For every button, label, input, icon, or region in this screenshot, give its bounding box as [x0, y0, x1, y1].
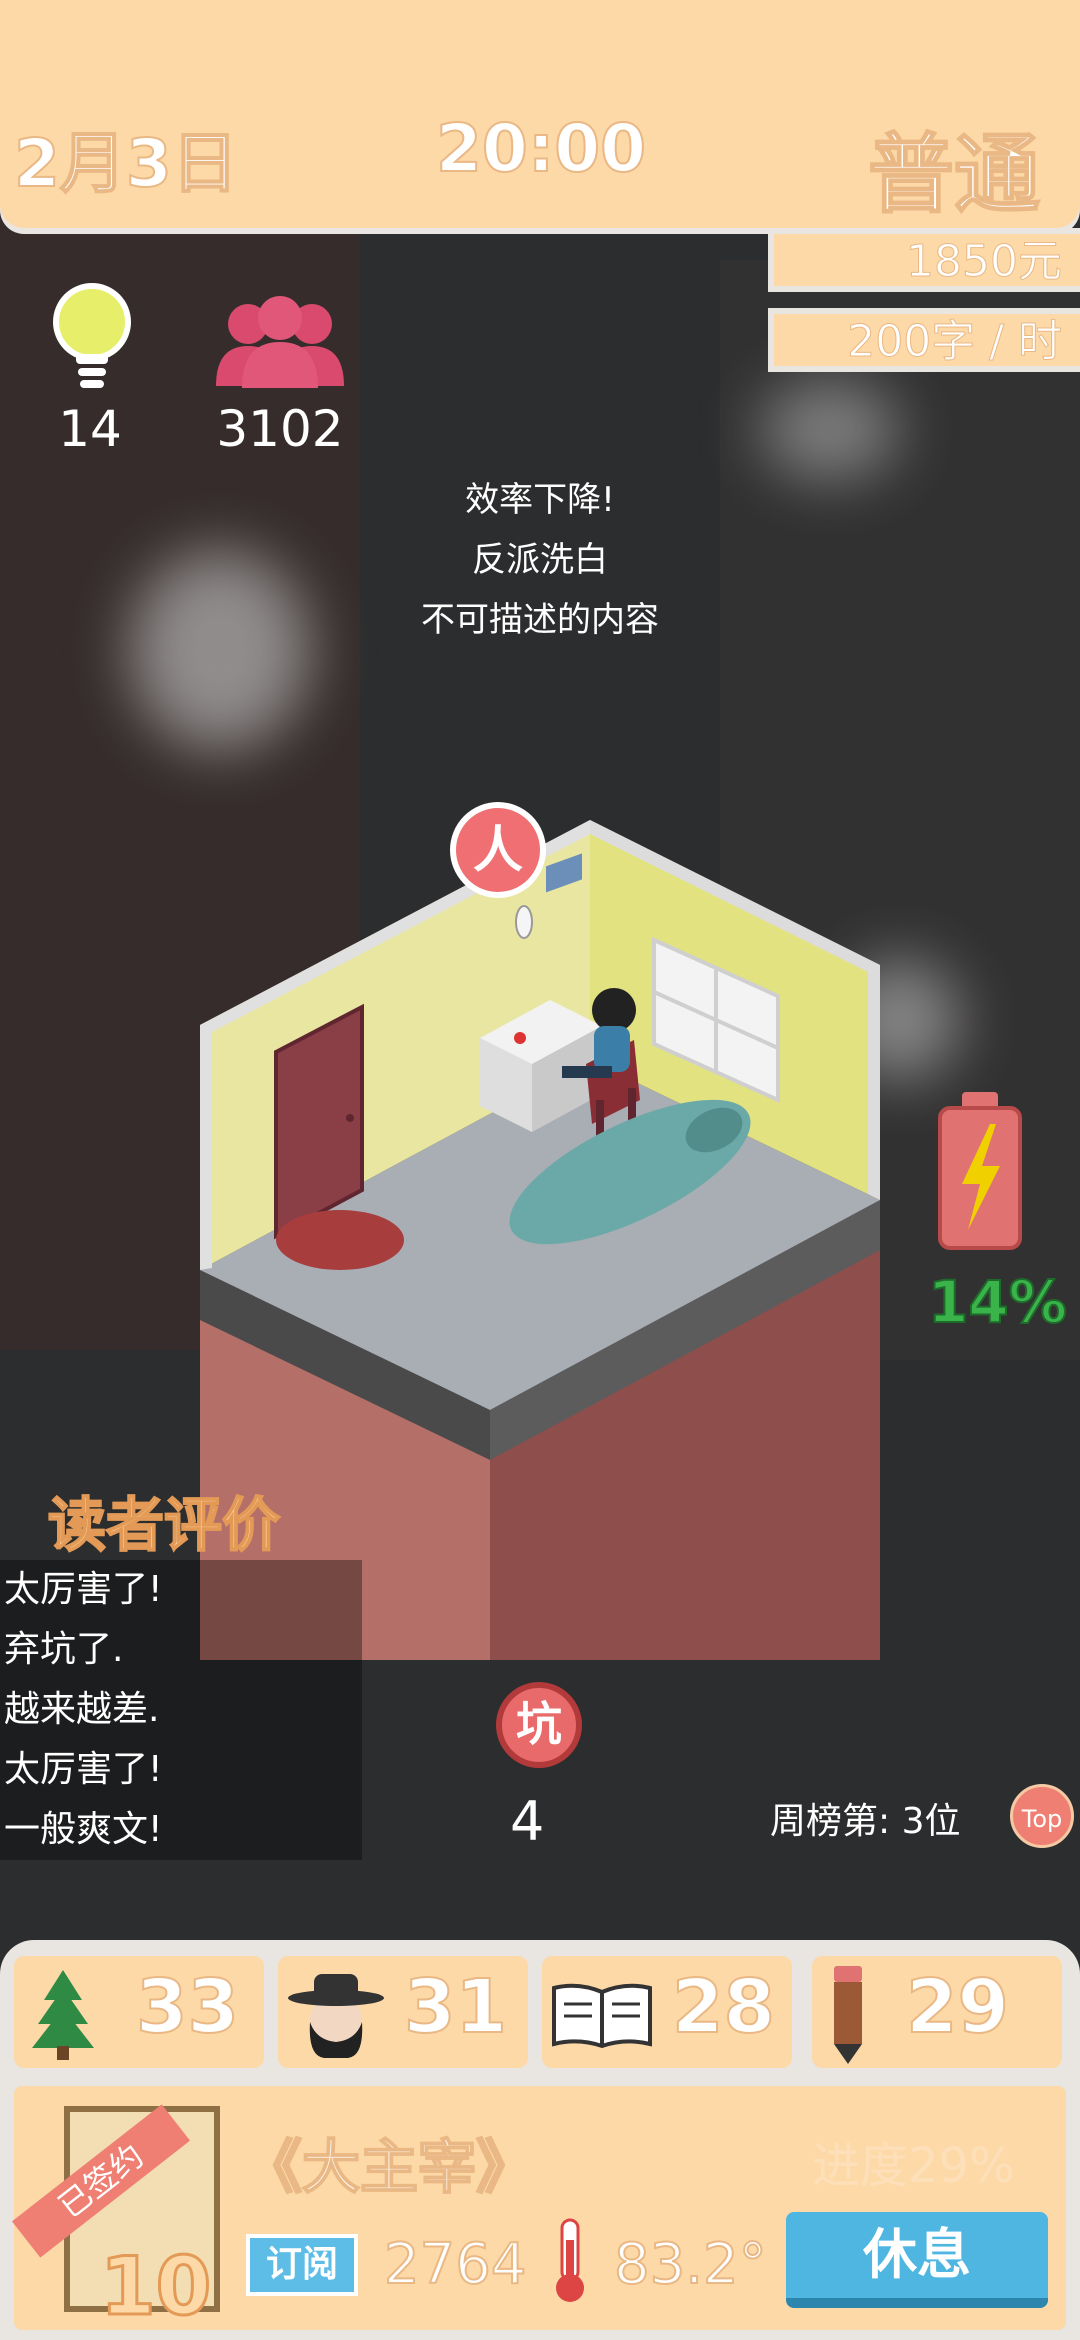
tree-icon	[32, 1970, 94, 2060]
background-light	[760, 380, 900, 480]
book-title: 《大主宰》	[243, 2132, 535, 2202]
battery-percent: 14%	[927, 1267, 1068, 1337]
game-time: 20:00	[435, 109, 647, 188]
book-level: 10	[98, 2239, 212, 2335]
review-item: 太厉害了!	[4, 1569, 163, 1610]
weekly-rank: 周榜第: 3位	[770, 1801, 961, 1842]
game-date: 2月3日	[13, 124, 239, 203]
notice-line: 不可描述的内容	[421, 600, 659, 640]
attribute-value: 28	[671, 1963, 776, 2051]
pit-count: 4	[510, 1790, 545, 1853]
character-head	[592, 988, 636, 1032]
battery-icon[interactable]	[938, 1090, 1022, 1250]
pit-badge[interactable]: 坑	[496, 1682, 582, 1768]
fans-icon[interactable]	[212, 296, 348, 392]
door-handle	[346, 1114, 354, 1122]
book-heat: 83.2°	[613, 2231, 768, 2298]
review-item: 一般爽文!	[4, 1809, 163, 1850]
attribute-pencil[interactable]: 29	[812, 1956, 1062, 2068]
notice-line: 反派洗白	[472, 540, 608, 580]
rest-button[interactable]: 休息	[786, 2212, 1048, 2308]
attribute-book[interactable]: 28	[542, 1956, 792, 2068]
character-body	[594, 1026, 630, 1072]
open-book-icon	[552, 1983, 652, 2048]
writing-speed-display: 200字 / 时	[768, 308, 1080, 372]
pencil-icon	[834, 1966, 862, 2064]
attribute-value: 33	[135, 1963, 240, 2051]
event-notices: 效率下降! 反派洗白 不可描述的内容	[360, 470, 720, 650]
subscribe-label: 订阅	[246, 2234, 358, 2296]
review-item: 越来越差.	[4, 1689, 160, 1730]
review-item: 太厉害了!	[4, 1749, 163, 1790]
attribute-value: 31	[403, 1963, 508, 2051]
top-status-bar: 2月3日 20:00 普通	[0, 0, 1080, 228]
attribute-value: 29	[905, 1963, 1010, 2051]
character-badge[interactable]: 人	[450, 802, 546, 898]
thermometer-icon	[556, 2218, 584, 2302]
attribute-tree[interactable]: 33	[14, 1956, 264, 2068]
fans-count: 3102	[216, 400, 344, 458]
top-ranking-button[interactable]: Top	[1010, 1784, 1074, 1848]
doormat	[276, 1210, 404, 1270]
reviews-list: 太厉害了! 弃坑了. 越来越差. 太厉害了! 一般爽文!	[0, 1560, 362, 1860]
mug	[514, 1032, 526, 1044]
difficulty-mode: 普通	[867, 124, 1041, 226]
wall-clock	[515, 905, 533, 939]
subscriber-count: 2764	[383, 2231, 528, 2298]
attribute-character[interactable]: 31	[278, 1956, 528, 2068]
lightbulb-icon[interactable]	[50, 282, 134, 402]
money-display: 1850元	[768, 228, 1080, 292]
book-progress: 进度29%	[812, 2138, 1015, 2194]
ideas-count: 14	[58, 400, 122, 458]
writer-room[interactable]	[190, 800, 910, 1660]
notice-line: 效率下降!	[465, 480, 615, 520]
reviews-title: 读者评价	[47, 1490, 281, 1560]
review-item: 弃坑了.	[4, 1629, 124, 1670]
hat-person-icon	[288, 1974, 384, 2058]
background-light	[130, 550, 310, 750]
